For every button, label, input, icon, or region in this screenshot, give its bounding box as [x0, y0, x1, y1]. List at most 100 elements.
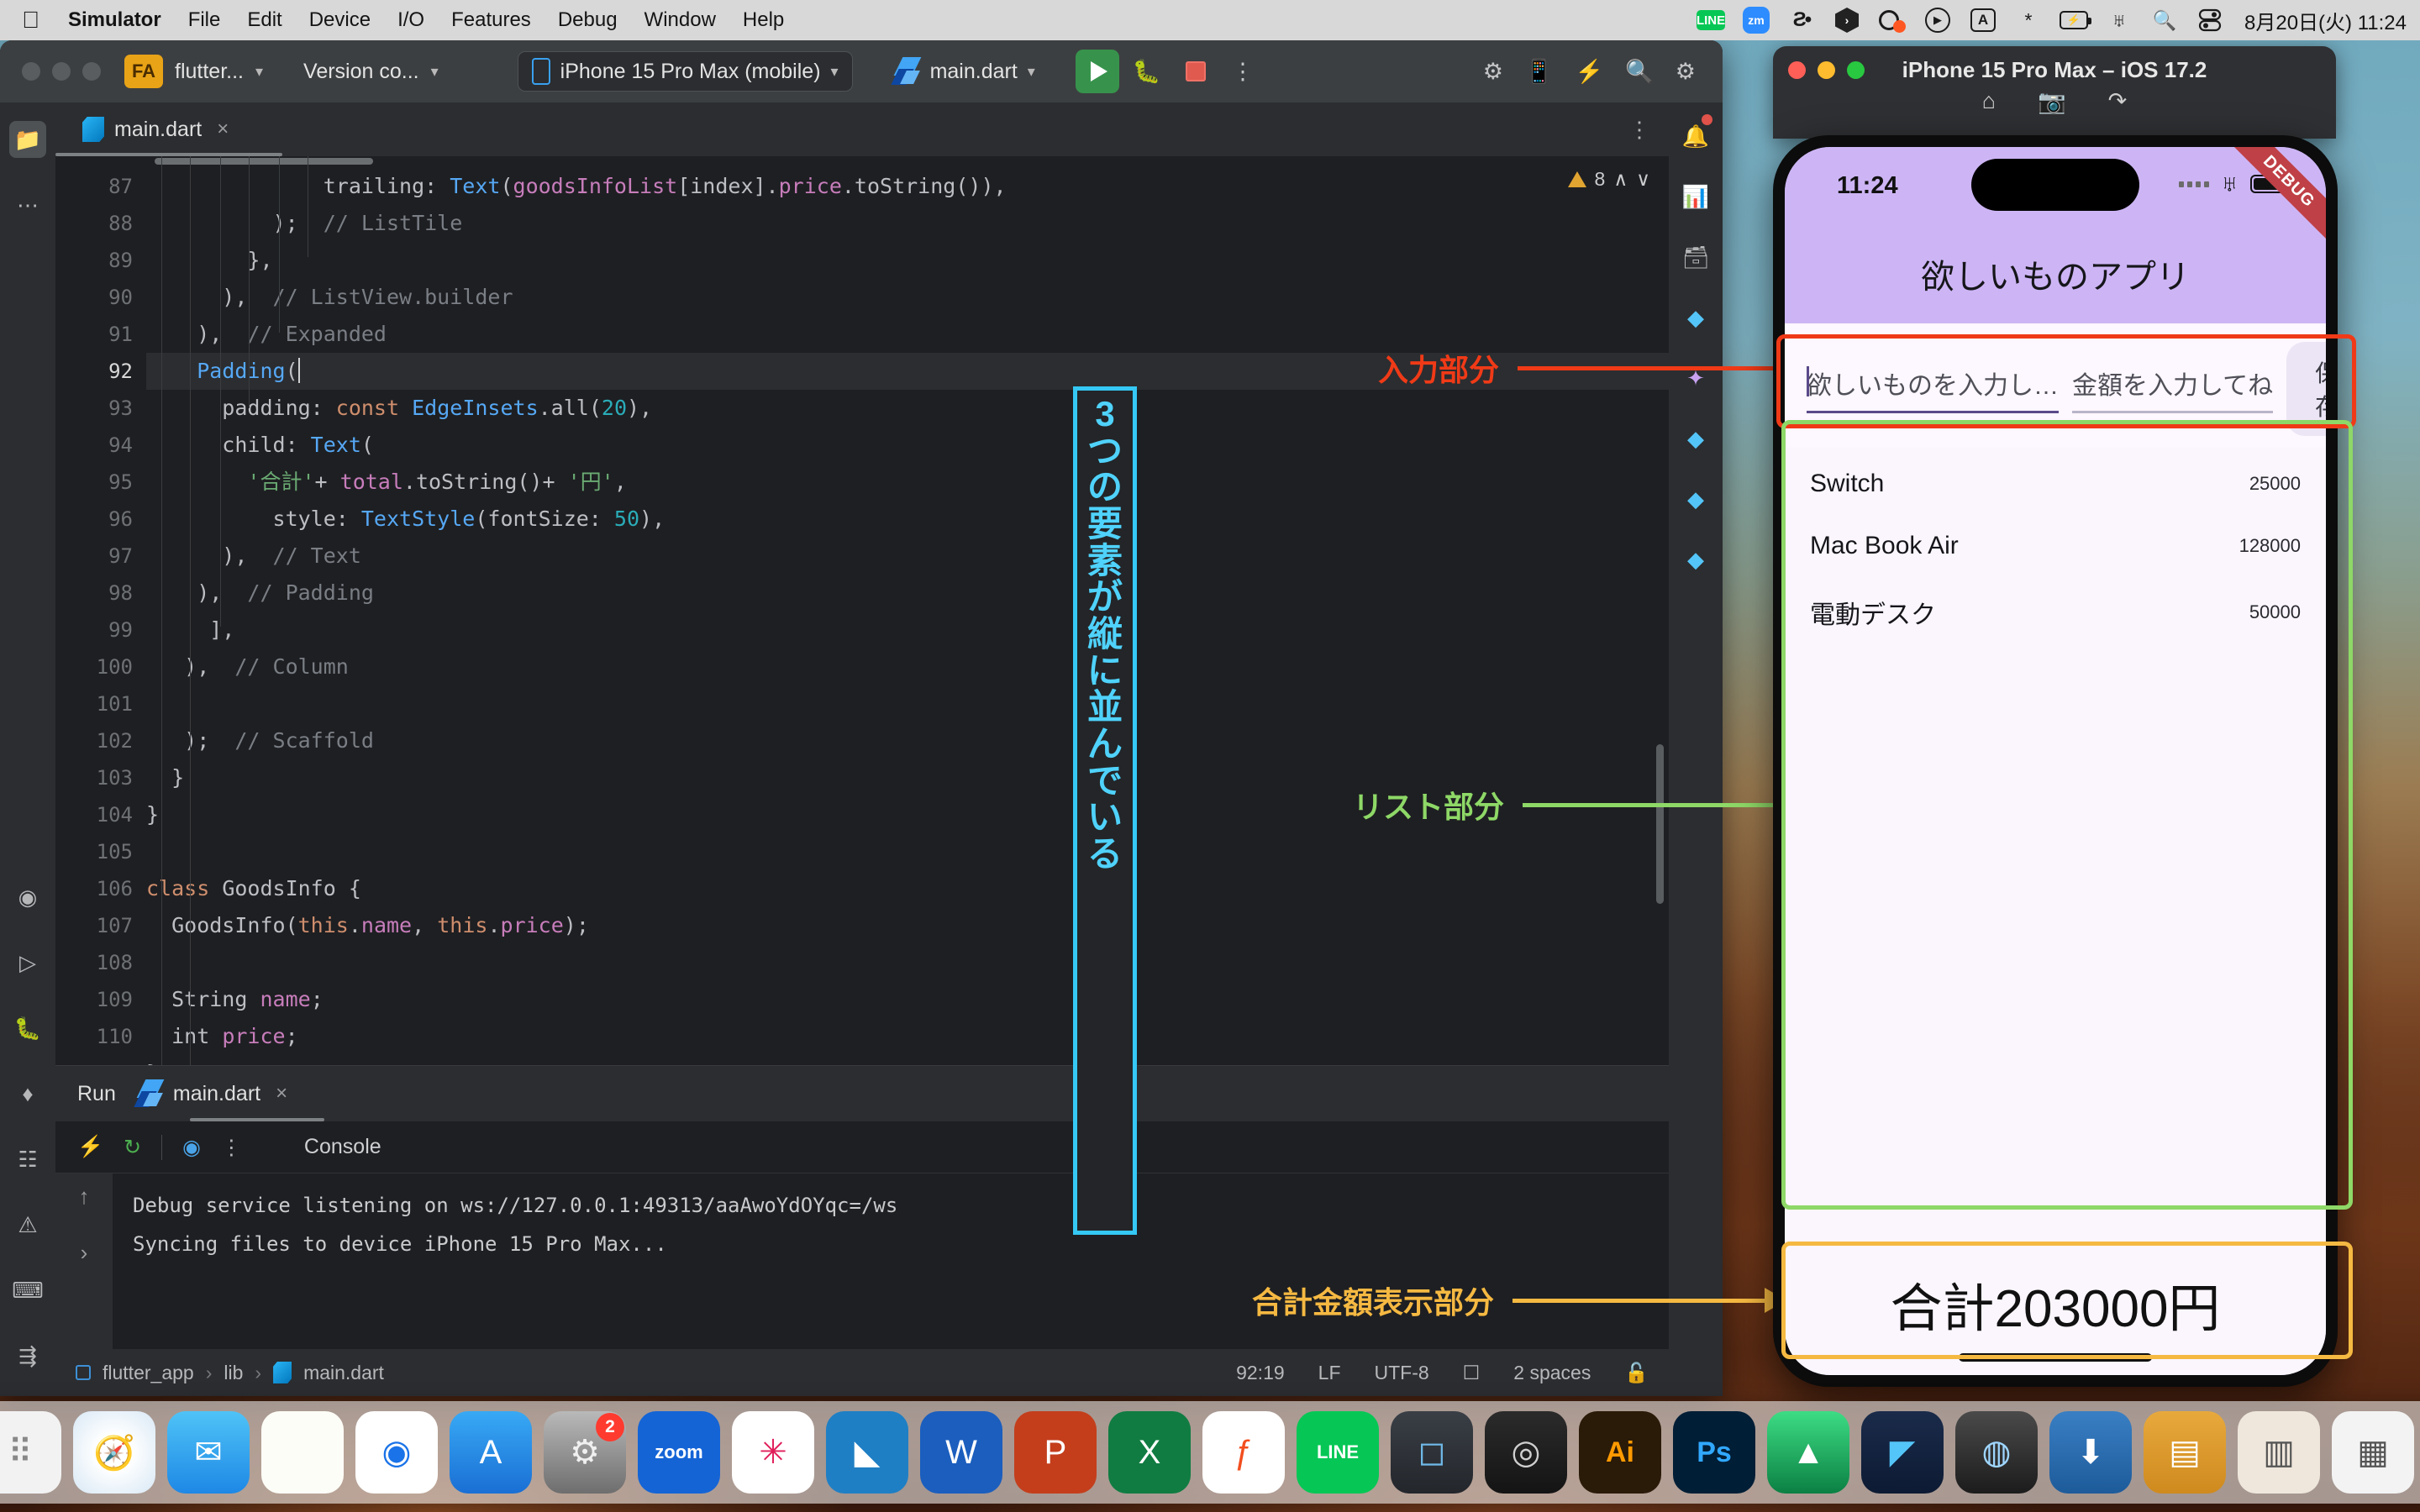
left-tool-rail[interactable]: 📁 ⋯ ◉ ▷ 🐛 ♦ ☷ ⚠ ⌨ ⇶: [0, 102, 55, 1396]
zoom-icon[interactable]: zm: [1742, 6, 1770, 34]
structure-icon[interactable]: ☷: [9, 1141, 46, 1178]
code-line[interactable]: class GoodsInfo {: [146, 870, 1669, 907]
powerpoint-icon[interactable]: P: [1014, 1411, 1097, 1494]
menu-item-window[interactable]: Window: [631, 8, 729, 32]
device-selector[interactable]: iPhone 15 Pro Max (mobile) ▾: [517, 51, 853, 92]
flutter-outline-icon[interactable]: ◆: [1677, 480, 1714, 517]
code-line[interactable]: '合計'+ total.toString()+ '円',: [146, 464, 1669, 501]
run-toolbar[interactable]: 🐛 ⋮: [1075, 50, 1254, 93]
mail-icon[interactable]: ✉: [167, 1411, 250, 1494]
play-circle-icon[interactable]: ▶: [1923, 6, 1952, 34]
close-button[interactable]: [22, 62, 40, 81]
run-session-tab[interactable]: main.dart ×: [134, 1079, 287, 1108]
maximize-button[interactable]: [82, 62, 101, 81]
control-center-icon[interactable]: [2196, 6, 2224, 34]
system-settings-icon[interactable]: ⚙ 2: [544, 1411, 626, 1494]
run-panel-toolbar[interactable]: ⚡ ↻ ◉ ⋮ Console ◫: [55, 1121, 1701, 1173]
minimize-button[interactable]: [52, 62, 71, 81]
davinci-resolve-icon[interactable]: ◎: [1485, 1411, 1567, 1494]
keynote-icon[interactable]: ◻: [1391, 1411, 1473, 1494]
search-everywhere-icon[interactable]: 🔍: [1625, 58, 1654, 85]
list-section[interactable]: Switch 25000 Mac Book Air 128000 電動デスク 5…: [1785, 448, 2326, 1232]
project-name[interactable]: flutter...: [175, 60, 244, 84]
downloads-stack-icon[interactable]: ⬇: [2049, 1411, 2132, 1494]
run-button[interactable]: [1075, 50, 1119, 93]
list-item[interactable]: Switch 25000: [1785, 453, 2326, 515]
problems-icon[interactable]: ⚠: [9, 1206, 46, 1243]
app-store-icon[interactable]: A: [450, 1411, 532, 1494]
macos-dock[interactable]: ☺⠿🧭✉◉A⚙2zoom✳◣WPXƒLINE◻◎AiPs▲◤◍⬇▤▥▦🗑: [0, 1401, 2420, 1504]
bluetooth-icon[interactable]: *: [2014, 6, 2043, 34]
menu-item-debug[interactable]: Debug: [544, 8, 631, 32]
status-bar-right[interactable]: 92:19 LF UTF-8 ☐ 2 spaces 🔓: [1236, 1362, 1649, 1384]
menu-item-file[interactable]: File: [175, 8, 234, 32]
excel-icon[interactable]: X: [1108, 1411, 1191, 1494]
dart-devtools-icon[interactable]: ◉: [182, 1135, 201, 1160]
stop-button[interactable]: [1174, 50, 1218, 93]
code-line[interactable]: },: [146, 242, 1669, 279]
price-input[interactable]: 金額を入力してね: [2072, 365, 2274, 413]
screen-recorder-icon[interactable]: [1878, 6, 1907, 34]
right-tool-rail[interactable]: 🔔 📊 🗃 ◆ ✦ ◆ ◆ ◆: [1669, 102, 1723, 1396]
code-editor[interactable]: 87 88 89 90 91 92 93 94 95 96 97 98 99 100 101 102 103 10…: [55, 156, 1669, 1065]
code-line[interactable]: GoodsInfo(this.name, this.price);: [146, 907, 1669, 944]
next-problem-icon[interactable]: ∨: [1636, 168, 1650, 191]
name-input[interactable]: 欲しいものを入力し…: [1807, 365, 2059, 413]
editor-tab-main-dart[interactable]: main.dart ×: [69, 102, 242, 156]
flutter-widget-icon[interactable]: ◆: [1677, 420, 1714, 457]
chevron-down-icon[interactable]: ▾: [431, 63, 439, 81]
menu-item-simulator[interactable]: Simulator: [55, 8, 175, 32]
code-line[interactable]: [146, 944, 1669, 981]
code-line[interactable]: child: Text(: [146, 427, 1669, 464]
file-encoding[interactable]: UTF-8: [1375, 1362, 1429, 1384]
illustrator-icon[interactable]: Ai: [1579, 1411, 1661, 1494]
debug-button[interactable]: 🐛: [1133, 58, 1161, 85]
notes-icon[interactable]: [261, 1411, 344, 1494]
run-panel-icon[interactable]: ▷: [9, 944, 46, 981]
editor-tab-bar[interactable]: main.dart × ⋮: [55, 102, 1669, 156]
list-item[interactable]: Mac Book Air 128000: [1785, 515, 2326, 577]
documents-folder-icon[interactable]: ▤: [2144, 1411, 2226, 1494]
save-button[interactable]: 保存: [2286, 342, 2326, 436]
menu-item-features[interactable]: Features: [438, 8, 544, 32]
slack-icon[interactable]: ✳: [732, 1411, 814, 1494]
list-item[interactable]: 電動デスク 50000: [1785, 577, 2326, 648]
flutter-inspector-icon[interactable]: ⚙: [1483, 59, 1503, 85]
menu-bar-clock[interactable]: 8月20日(火) 11:24: [2241, 6, 2407, 35]
launchpad-icon[interactable]: ⠿: [0, 1411, 61, 1494]
menu-item-edit[interactable]: Edit: [234, 8, 295, 32]
chevron-down-icon[interactable]: ▾: [255, 63, 263, 81]
android-studio-icon[interactable]: ▲: [1767, 1411, 1849, 1494]
iphone-screen[interactable]: 11:24 ♅ DEBUG 欲しいものアプリ 欲しいものを入力し… 金額を入力し…: [1785, 147, 2326, 1375]
flutter-inspector-icon[interactable]: ◆: [1677, 299, 1714, 336]
apple-logo-icon[interactable]: : [13, 8, 55, 32]
recent-item-1-icon[interactable]: ▥: [2238, 1411, 2320, 1494]
code-line[interactable]: ); // Scaffold: [146, 722, 1669, 759]
code-line[interactable]: [146, 833, 1669, 870]
console-tab[interactable]: Console: [304, 1135, 381, 1159]
flutter-logs-icon[interactable]: ◆: [1677, 541, 1714, 578]
code-line[interactable]: int price;: [146, 1018, 1669, 1055]
hot-restart-icon[interactable]: ↻: [124, 1135, 141, 1160]
breadcrumb-file[interactable]: main.dart: [303, 1362, 384, 1384]
ide-title-bar[interactable]: FA flutter... ▾ Version co... ▾ iPhone 1…: [0, 40, 1723, 102]
macos-menu-bar[interactable]:  Simulator File Edit Device I/O Feature…: [0, 0, 2420, 40]
figma-icon[interactable]: ƒ: [1202, 1411, 1285, 1494]
settings-gear-icon[interactable]: ⚙: [1676, 59, 1696, 85]
code-line[interactable]: padding: const EdgeInsets.all(20),: [146, 390, 1669, 427]
input-source-icon[interactable]: A: [1969, 6, 1997, 34]
run-configuration-selector[interactable]: main.dart ▾: [890, 57, 1035, 86]
code-line[interactable]: ), // Column: [146, 648, 1669, 685]
scroll-up-icon[interactable]: ↑: [79, 1184, 90, 1210]
run-panel-header[interactable]: Run main.dart ×: [55, 1066, 1669, 1121]
menu-item-device[interactable]: Device: [296, 8, 384, 32]
code-line[interactable]: ), // Padding: [146, 575, 1669, 612]
hot-reload-icon[interactable]: ⚡: [1576, 58, 1604, 85]
finder-search-icon[interactable]: ◍: [1955, 1411, 2038, 1494]
line-separator[interactable]: LF: [1318, 1362, 1341, 1384]
ide-toolbar-right[interactable]: ⚙ 📱 ⚡ 🔍 ⚙: [1483, 58, 1707, 85]
code-line[interactable]: ), // ListView.builder: [146, 279, 1669, 316]
prev-problem-icon[interactable]: ∧: [1613, 168, 1628, 191]
line-icon[interactable]: LINE: [1696, 6, 1726, 34]
window-traffic-lights[interactable]: [15, 62, 113, 81]
